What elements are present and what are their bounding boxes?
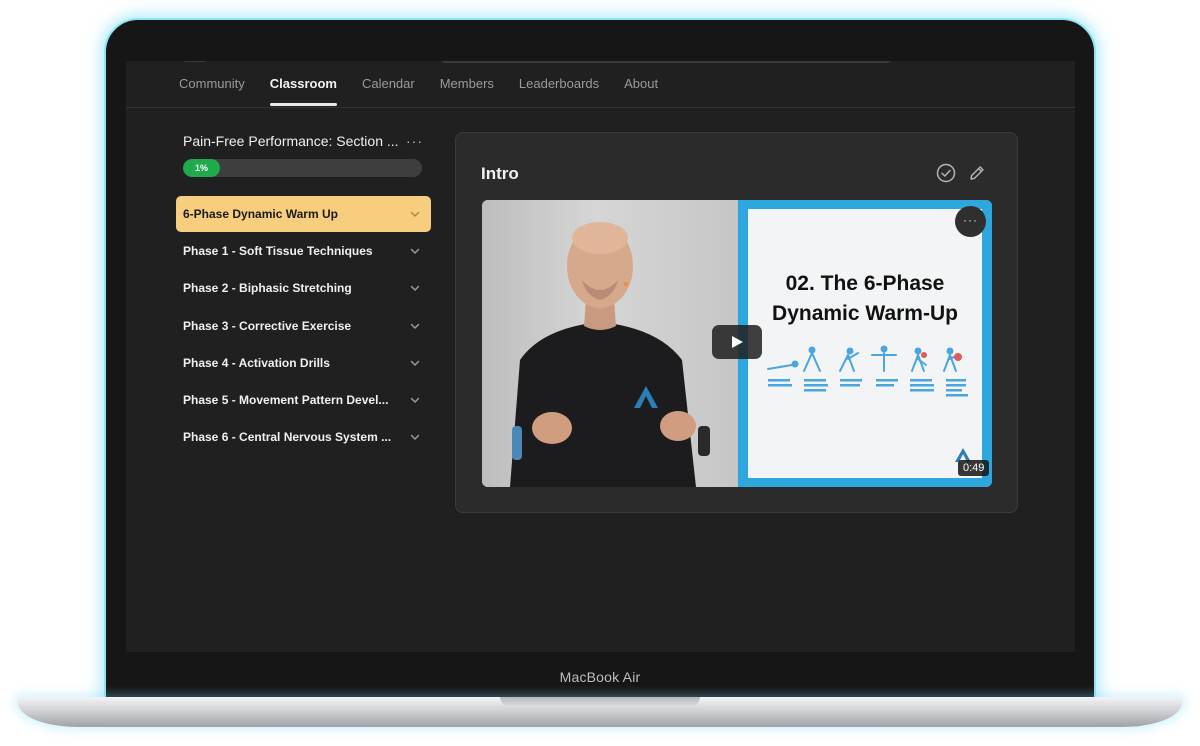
course-progress-fill: 1% (183, 159, 220, 177)
module-list: 6-Phase Dynamic Warm Up Phase 1 - Soft T… (176, 196, 431, 456)
video-presenter-area (482, 200, 738, 487)
module-item-phase-5[interactable]: Phase 5 - Movement Pattern Devel... (176, 382, 431, 418)
tab-calendar[interactable]: Calendar (362, 61, 415, 107)
module-item-phase-1[interactable]: Phase 1 - Soft Tissue Techniques (176, 233, 431, 269)
lesson-card: Intro 02. The 6-Phase Dynamic Warm-Up ··… (455, 132, 1018, 513)
tab-leaderboards[interactable]: Leaderboards (519, 61, 599, 107)
module-label: Phase 5 - Movement Pattern Devel... (183, 392, 389, 407)
play-button[interactable] (712, 325, 762, 359)
chevron-down-icon[interactable] (409, 419, 421, 455)
presenter-image (510, 222, 710, 487)
module-item-warm-up[interactable]: 6-Phase Dynamic Warm Up (176, 196, 431, 232)
chevron-down-icon[interactable] (409, 382, 421, 418)
play-icon (732, 336, 743, 348)
module-label: Phase 3 - Corrective Exercise (183, 318, 352, 333)
course-progress-bar: 1% (183, 159, 422, 177)
module-label: Phase 6 - Central Nervous System ... (183, 430, 392, 445)
module-item-phase-3[interactable]: Phase 3 - Corrective Exercise (176, 308, 431, 344)
tab-community[interactable]: Community (179, 61, 245, 107)
lesson-title: Intro (481, 164, 519, 183)
course-title: Pain-Free Performance: Section ... (183, 133, 399, 149)
course-more-button[interactable]: ··· (406, 133, 423, 149)
module-label: Phase 4 - Activation Drills (183, 355, 330, 370)
tab-classroom[interactable]: Classroom (269, 61, 338, 107)
pencil-icon[interactable] (968, 164, 986, 182)
chevron-down-icon[interactable] (409, 196, 421, 232)
tab-about[interactable]: About (624, 61, 658, 107)
chevron-down-icon[interactable] (409, 270, 421, 306)
video-slide-area: 02. The 6-Phase Dynamic Warm-Up (738, 200, 992, 487)
slide-title-line-2: Dynamic Warm-Up (772, 302, 958, 325)
app-screen: Community Classroom Calendar Members Lea… (126, 61, 1075, 652)
check-circle-icon[interactable] (936, 163, 956, 183)
tab-members[interactable]: Members (440, 61, 494, 107)
main-nav: Community Classroom Calendar Members Lea… (179, 61, 658, 107)
nav-divider (126, 107, 1075, 108)
module-label: Phase 2 - Biphasic Stretching (183, 281, 352, 296)
chevron-down-icon[interactable] (409, 345, 421, 381)
module-label: 6-Phase Dynamic Warm Up (183, 207, 338, 221)
slide: 02. The 6-Phase Dynamic Warm-Up (748, 209, 982, 478)
lesson-video-player[interactable]: 02. The 6-Phase Dynamic Warm-Up ··· 0:49 (482, 200, 992, 487)
module-item-phase-6[interactable]: Phase 6 - Central Nervous System ... (176, 419, 431, 455)
module-label: Phase 1 - Soft Tissue Techniques (183, 244, 373, 259)
module-item-phase-4[interactable]: Phase 4 - Activation Drills (176, 345, 431, 381)
slide-title-line-1: 02. The 6-Phase (785, 272, 945, 295)
video-more-button[interactable]: ··· (955, 206, 986, 237)
exercise-figures-illustration (767, 345, 968, 397)
video-duration: 0:49 (958, 460, 990, 476)
laptop-notch (500, 697, 700, 706)
module-item-phase-2[interactable]: Phase 2 - Biphasic Stretching (176, 270, 431, 306)
slide-title: 02. The 6-Phase Dynamic Warm-Up (748, 269, 982, 329)
chevron-down-icon[interactable] (409, 308, 421, 344)
laptop-brand-label: MacBook Air (559, 669, 641, 685)
chevron-down-icon[interactable] (409, 233, 421, 269)
